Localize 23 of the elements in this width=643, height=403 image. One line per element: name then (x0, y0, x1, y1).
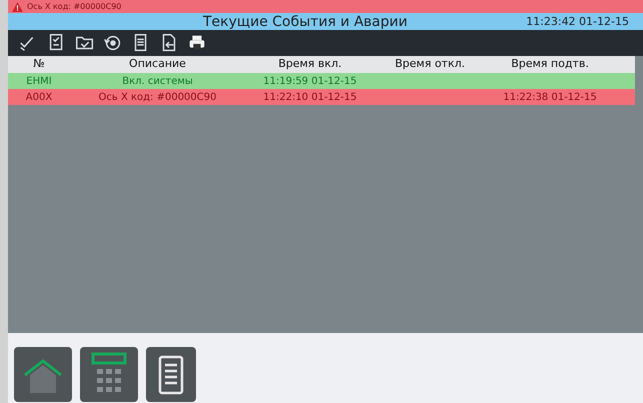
table-cell-text: EHMI (25, 74, 53, 88)
alarm-text: Ось X код: #00000C90 (27, 2, 122, 10)
calculator-button[interactable] (80, 347, 138, 402)
document-icon (158, 354, 184, 394)
window-title: Текущие События и Аварии (203, 14, 408, 28)
list-button[interactable] (146, 347, 196, 402)
table-cell-text: Вкл. системы (121, 74, 194, 88)
clock: 11:23:42 01-12-15 (526, 16, 629, 27)
column-header: Время вкл. (277, 56, 343, 72)
table-cell-text: 11:22:10 01-12-15 (262, 90, 358, 104)
column-header: Время откл. (394, 56, 466, 72)
home-button[interactable] (14, 347, 72, 402)
table-cell-text: Ось X код: #00000C90 (98, 90, 218, 104)
column-header: Описание (128, 56, 187, 72)
alarm-banner[interactable]: Ось X код: #00000C90 (8, 0, 643, 13)
column-header: № (32, 56, 46, 72)
event-row[interactable]: A00X Ось X код: #00000C90 11:22:10 01-12-15 11:22:38 01-12-15 (8, 89, 635, 105)
column-header: Время подтв. (510, 56, 590, 72)
event-row[interactable]: EHMI Вкл. системы 11:19:59 01-12-15 (8, 73, 635, 89)
warning-icon (12, 2, 23, 12)
table-cell-text: 11:19:59 01-12-15 (262, 74, 358, 88)
table-cell-text: A00X (24, 90, 54, 104)
table-cell-text: 11:22:38 01-12-15 (502, 90, 598, 104)
